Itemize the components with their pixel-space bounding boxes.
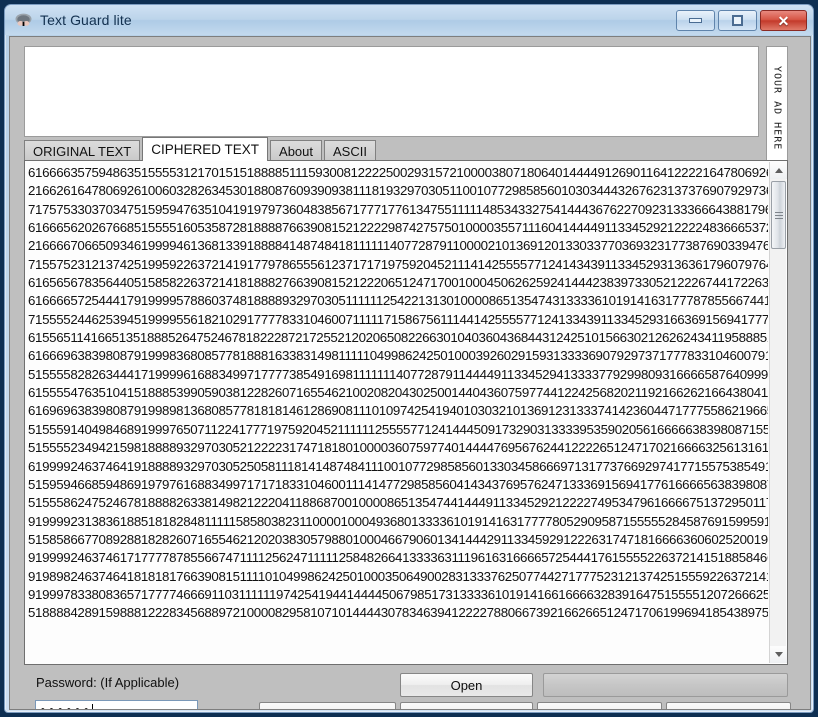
cipher-line: 5188884289159888122283456889721000082958… (28, 605, 768, 621)
cipher-line: 6155554763510415188853990590381228260716… (28, 385, 768, 401)
cipher-line: 5155586247524678188882633814982122204118… (28, 495, 768, 511)
client-area: YOUR AD HERE ORIGINAL TEXT CIPHERED TEXT… (9, 36, 811, 710)
cipher-line: 6165656783564405158582263721418188827663… (28, 275, 768, 291)
cipher-line: 6166665725444179199995788603748188889329… (28, 293, 768, 309)
cipher-line: 5155591404984689199976507112241777197592… (28, 421, 768, 437)
vertical-scrollbar[interactable] (769, 162, 787, 663)
scroll-up-button[interactable] (770, 162, 787, 179)
cipher-line: 9199992313836188518182848111115858038231… (28, 513, 768, 529)
cipher-line: 9199992463746171777787855667471111256247… (28, 550, 768, 566)
title-bar: Text Guard lite ✕ (5, 5, 813, 35)
decipher-button[interactable]: De-Cipher (666, 702, 791, 709)
chevron-down-icon (774, 652, 783, 657)
tab-ciphered-text[interactable]: CIPHERED TEXT (142, 137, 269, 161)
cipher-line: 7175753303703475159594763510419197973604… (28, 201, 768, 217)
tab-ascii[interactable]: ASCII (324, 140, 376, 161)
clear-button[interactable]: Clear (537, 702, 662, 709)
cipher-line: 2166667066509346199994613681339188884148… (28, 238, 768, 254)
text-caret (92, 704, 94, 709)
tab-about[interactable]: About (270, 140, 323, 161)
ciphered-text-content[interactable]: 6166663575948635155553121701515188885111… (28, 164, 768, 661)
cipher-line: 5155552349421598188889329703052122223174… (28, 440, 768, 456)
password-label: Password: (If Applicable) (36, 675, 180, 690)
cipher-line: 6166663575948635155553121701515188885111… (28, 165, 768, 180)
ciphered-text-panel[interactable]: 6166663575948635155553121701515188885111… (24, 160, 788, 665)
tab-strip: ORIGINAL TEXT CIPHERED TEXT About ASCII (24, 137, 786, 161)
save-email-button[interactable]: Save & Email (259, 702, 396, 709)
close-icon: ✕ (777, 12, 790, 29)
scroll-down-button[interactable] (770, 646, 787, 663)
cipher-line: 9199978338083657177774666911031111119742… (28, 586, 768, 602)
tab-original-text[interactable]: ORIGINAL TEXT (24, 140, 141, 161)
app-icon (14, 11, 33, 30)
minimize-button[interactable] (676, 10, 715, 31)
maximize-button[interactable] (718, 10, 757, 31)
minimize-icon (689, 18, 702, 23)
scrollbar-thumb[interactable] (771, 181, 786, 249)
save-button[interactable]: Save (400, 702, 533, 709)
window-controls: ✕ (676, 10, 807, 31)
scrollbar-grip-icon (774, 210, 783, 221)
cipher-line: 6166656202676685155551605358728188887663… (28, 220, 768, 236)
cipher-line: 6155651141665135188852647524678182228721… (28, 330, 768, 346)
cipher-line: 6166696383980879199983680857781888163383… (28, 348, 768, 364)
cipher-line: 7155752312137425199592263721419177978655… (28, 256, 768, 272)
window-title: Text Guard lite (40, 12, 132, 28)
cipher-line: 7155552446253945199995561821029177778331… (28, 311, 768, 327)
cipher-line: 9198982463746418181817663908151111010499… (28, 568, 768, 584)
cipher-line: 5155558282634441719999616883499717777385… (28, 366, 768, 382)
password-masked-value: •••••• (39, 704, 91, 710)
status-field (543, 673, 788, 697)
maximize-icon (732, 15, 743, 26)
cipher-line: 5159594668594869197976168834997171718331… (28, 476, 768, 492)
cipher-line: 5158586677089288182826071655462120203830… (28, 531, 768, 547)
cipher-line: 6199992463746419188889329703052505811181… (28, 458, 768, 474)
password-input[interactable]: •••••• (35, 700, 198, 710)
cipher-line: 6169696383980879199898136808577818181461… (28, 403, 768, 419)
open-button[interactable]: Open (400, 673, 533, 697)
banner-area (24, 46, 759, 137)
ad-label: YOUR AD HERE (771, 66, 783, 151)
close-button[interactable]: ✕ (760, 10, 807, 31)
chevron-up-icon (774, 168, 783, 173)
cipher-line: 2166261647806926100603282634530188087609… (28, 183, 768, 199)
application-window: Text Guard lite ✕ YOUR AD HERE ORIGINAL … (4, 4, 814, 713)
